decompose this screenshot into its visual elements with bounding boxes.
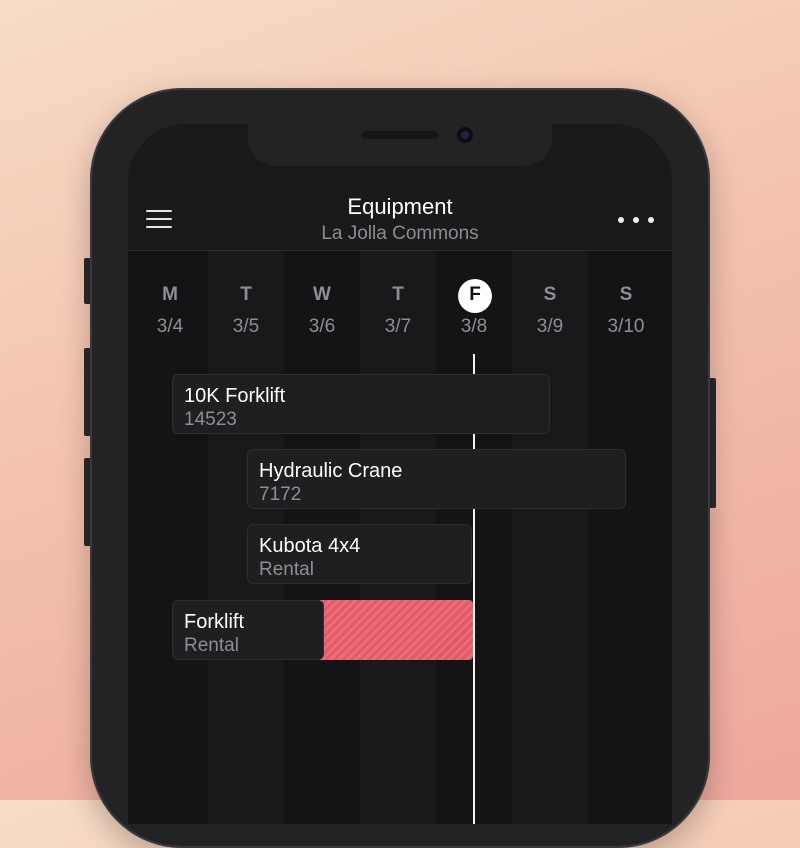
day-letter[interactable]: S — [588, 284, 664, 306]
equipment-name: Hydraulic Crane — [259, 460, 403, 482]
day-letter[interactable]: M — [132, 284, 208, 306]
project-subtitle: La Jolla Commons — [321, 223, 479, 244]
day-letter[interactable]: T — [360, 284, 436, 306]
page-title: Equipment — [347, 194, 453, 219]
day-date[interactable]: 3/4 — [132, 316, 208, 338]
booking-card-10k-forklift[interactable]: 10K Forklift 14523 — [172, 374, 550, 434]
front-camera — [457, 127, 473, 143]
day-date[interactable]: 3/10 — [588, 316, 664, 338]
day-date[interactable]: 3/5 — [208, 316, 284, 338]
earpiece-speaker — [362, 131, 438, 139]
day-date[interactable]: 3/7 — [360, 316, 436, 338]
overdue-period[interactable] — [320, 600, 473, 660]
day-letter[interactable]: T — [208, 284, 284, 306]
equipment-name: 10K Forklift — [184, 385, 286, 407]
booking-card-hydraulic-crane[interactable]: Hydraulic Crane 7172 — [247, 449, 626, 509]
phone-notch — [248, 118, 552, 166]
equipment-id: 7172 — [259, 484, 302, 505]
equipment-name: Kubota 4x4 — [259, 535, 361, 557]
day-date[interactable]: 3/9 — [512, 316, 588, 338]
equipment-name: Forklift — [184, 611, 244, 633]
more-options-icon[interactable] — [618, 215, 654, 225]
day-date-today[interactable]: 3/8 — [436, 316, 512, 338]
equipment-id: 14523 — [184, 409, 237, 430]
booking-card-forklift[interactable]: Forklift Rental — [172, 600, 324, 660]
day-letter-today[interactable]: F — [437, 284, 513, 306]
day-letter[interactable]: W — [284, 284, 360, 306]
equipment-id: Rental — [184, 635, 239, 656]
equipment-id: Rental — [259, 559, 314, 580]
day-date[interactable]: 3/6 — [284, 316, 360, 338]
booking-card-kubota-4x4[interactable]: Kubota 4x4 Rental — [247, 524, 472, 584]
app-screen: Equipment La Jolla Commons M 3/4 T 3/5 W… — [128, 124, 672, 824]
day-letter[interactable]: S — [512, 284, 588, 306]
